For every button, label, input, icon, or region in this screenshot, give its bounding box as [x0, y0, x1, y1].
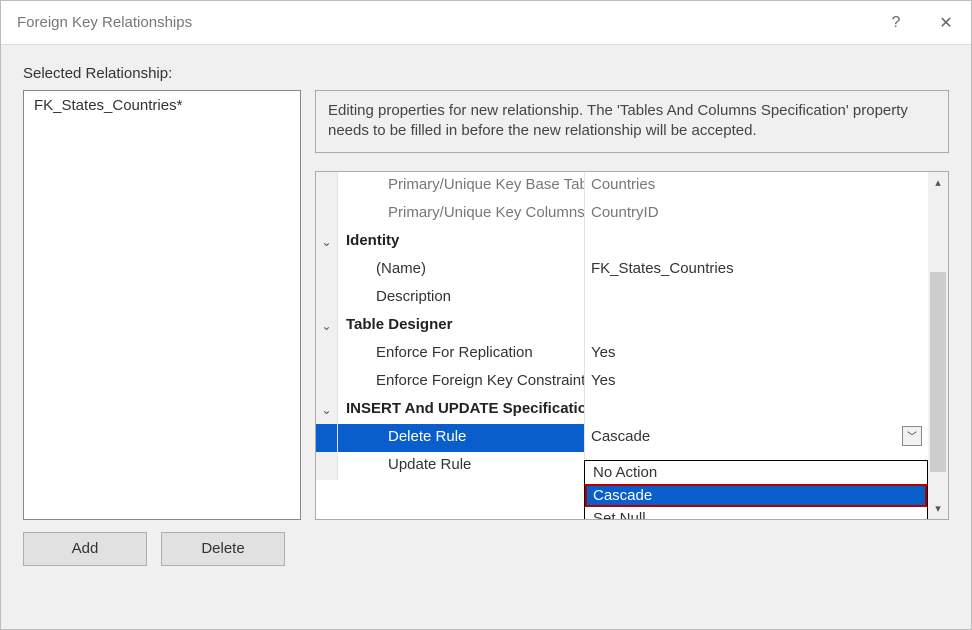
- prop-value[interactable]: Yes: [584, 340, 928, 368]
- prop-value-text: Cascade: [591, 428, 650, 445]
- category-label: INSERT And UPDATE Specification: [338, 396, 584, 424]
- selected-relationship-label: Selected Relationship:: [23, 65, 949, 82]
- prop-value[interactable]: FK_States_Countries: [584, 256, 928, 284]
- prop-label: Primary/Unique Key Columns: [338, 200, 584, 228]
- row-gutter: [316, 172, 338, 200]
- prop-description[interactable]: Description: [316, 284, 928, 312]
- prop-value: [584, 228, 928, 256]
- dropdown-option-set-null[interactable]: Set Null: [585, 507, 927, 521]
- prop-label: (Name): [338, 256, 584, 284]
- add-button[interactable]: Add: [23, 532, 147, 566]
- row-gutter: [316, 200, 338, 228]
- vertical-scrollbar[interactable]: ▴ ▾: [928, 172, 948, 520]
- scroll-up-icon[interactable]: ▴: [928, 172, 948, 194]
- prop-label: Enforce For Replication: [338, 340, 584, 368]
- row-gutter: [316, 340, 338, 368]
- relationship-list[interactable]: FK_States_Countries*: [23, 90, 301, 520]
- delete-button[interactable]: Delete: [161, 532, 285, 566]
- prop-delete-rule[interactable]: Delete Rule Cascade ﹀: [316, 424, 928, 452]
- category-insert-update[interactable]: ⌄ INSERT And UPDATE Specification: [316, 396, 928, 424]
- category-label: Table Designer: [338, 312, 584, 340]
- row-gutter: [316, 424, 338, 452]
- expand-icon[interactable]: ⌄: [316, 228, 338, 256]
- row-gutter: [316, 284, 338, 312]
- scrollbar-thumb[interactable]: [930, 272, 946, 472]
- dropdown-option-cascade[interactable]: Cascade: [585, 484, 927, 507]
- prop-enforce-replication[interactable]: Enforce For Replication Yes: [316, 340, 928, 368]
- row-gutter: [316, 368, 338, 396]
- help-button[interactable]: ?: [871, 1, 921, 45]
- prop-label: Update Rule: [338, 452, 584, 480]
- relationship-item[interactable]: FK_States_Countries*: [34, 97, 290, 114]
- prop-label: Primary/Unique Key Base Table: [338, 172, 584, 200]
- prop-pk-columns: Primary/Unique Key Columns CountryID: [316, 200, 928, 228]
- info-message: Editing properties for new relationship.…: [315, 90, 949, 153]
- expand-icon[interactable]: ⌄: [316, 312, 338, 340]
- prop-name[interactable]: (Name) FK_States_Countries: [316, 256, 928, 284]
- button-bar: Add Delete: [23, 532, 949, 566]
- row-gutter: [316, 452, 338, 480]
- prop-value: [584, 396, 928, 424]
- close-button[interactable]: ✕: [921, 1, 971, 45]
- dropdown-toggle-button[interactable]: ﹀: [902, 426, 922, 446]
- prop-value: [584, 312, 928, 340]
- prop-value[interactable]: [584, 284, 928, 312]
- row-gutter: [316, 256, 338, 284]
- scroll-down-icon[interactable]: ▾: [928, 497, 948, 519]
- category-identity[interactable]: ⌄ Identity: [316, 228, 928, 256]
- prop-label: Delete Rule: [338, 424, 584, 452]
- window-title: Foreign Key Relationships: [17, 14, 871, 31]
- delete-rule-dropdown[interactable]: No Action Cascade Set Null Set Default: [584, 460, 928, 521]
- prop-enforce-fk[interactable]: Enforce Foreign Key Constraint Yes: [316, 368, 928, 396]
- prop-value: Countries: [584, 172, 928, 200]
- prop-label: Enforce Foreign Key Constraint: [338, 368, 584, 396]
- prop-value[interactable]: Cascade ﹀: [584, 424, 928, 452]
- dropdown-option-no-action[interactable]: No Action: [585, 461, 927, 484]
- prop-pk-base-table: Primary/Unique Key Base Table Countries: [316, 172, 928, 200]
- prop-value: CountryID: [584, 200, 928, 228]
- property-grid: Primary/Unique Key Base Table Countries …: [315, 171, 949, 521]
- titlebar: Foreign Key Relationships ? ✕: [1, 1, 971, 45]
- category-table-designer[interactable]: ⌄ Table Designer: [316, 312, 928, 340]
- dialog-content: Selected Relationship: FK_States_Countri…: [1, 45, 971, 566]
- prop-value[interactable]: Yes: [584, 368, 928, 396]
- expand-icon[interactable]: ⌄: [316, 396, 338, 424]
- prop-label: Description: [338, 284, 584, 312]
- category-label: Identity: [338, 228, 584, 256]
